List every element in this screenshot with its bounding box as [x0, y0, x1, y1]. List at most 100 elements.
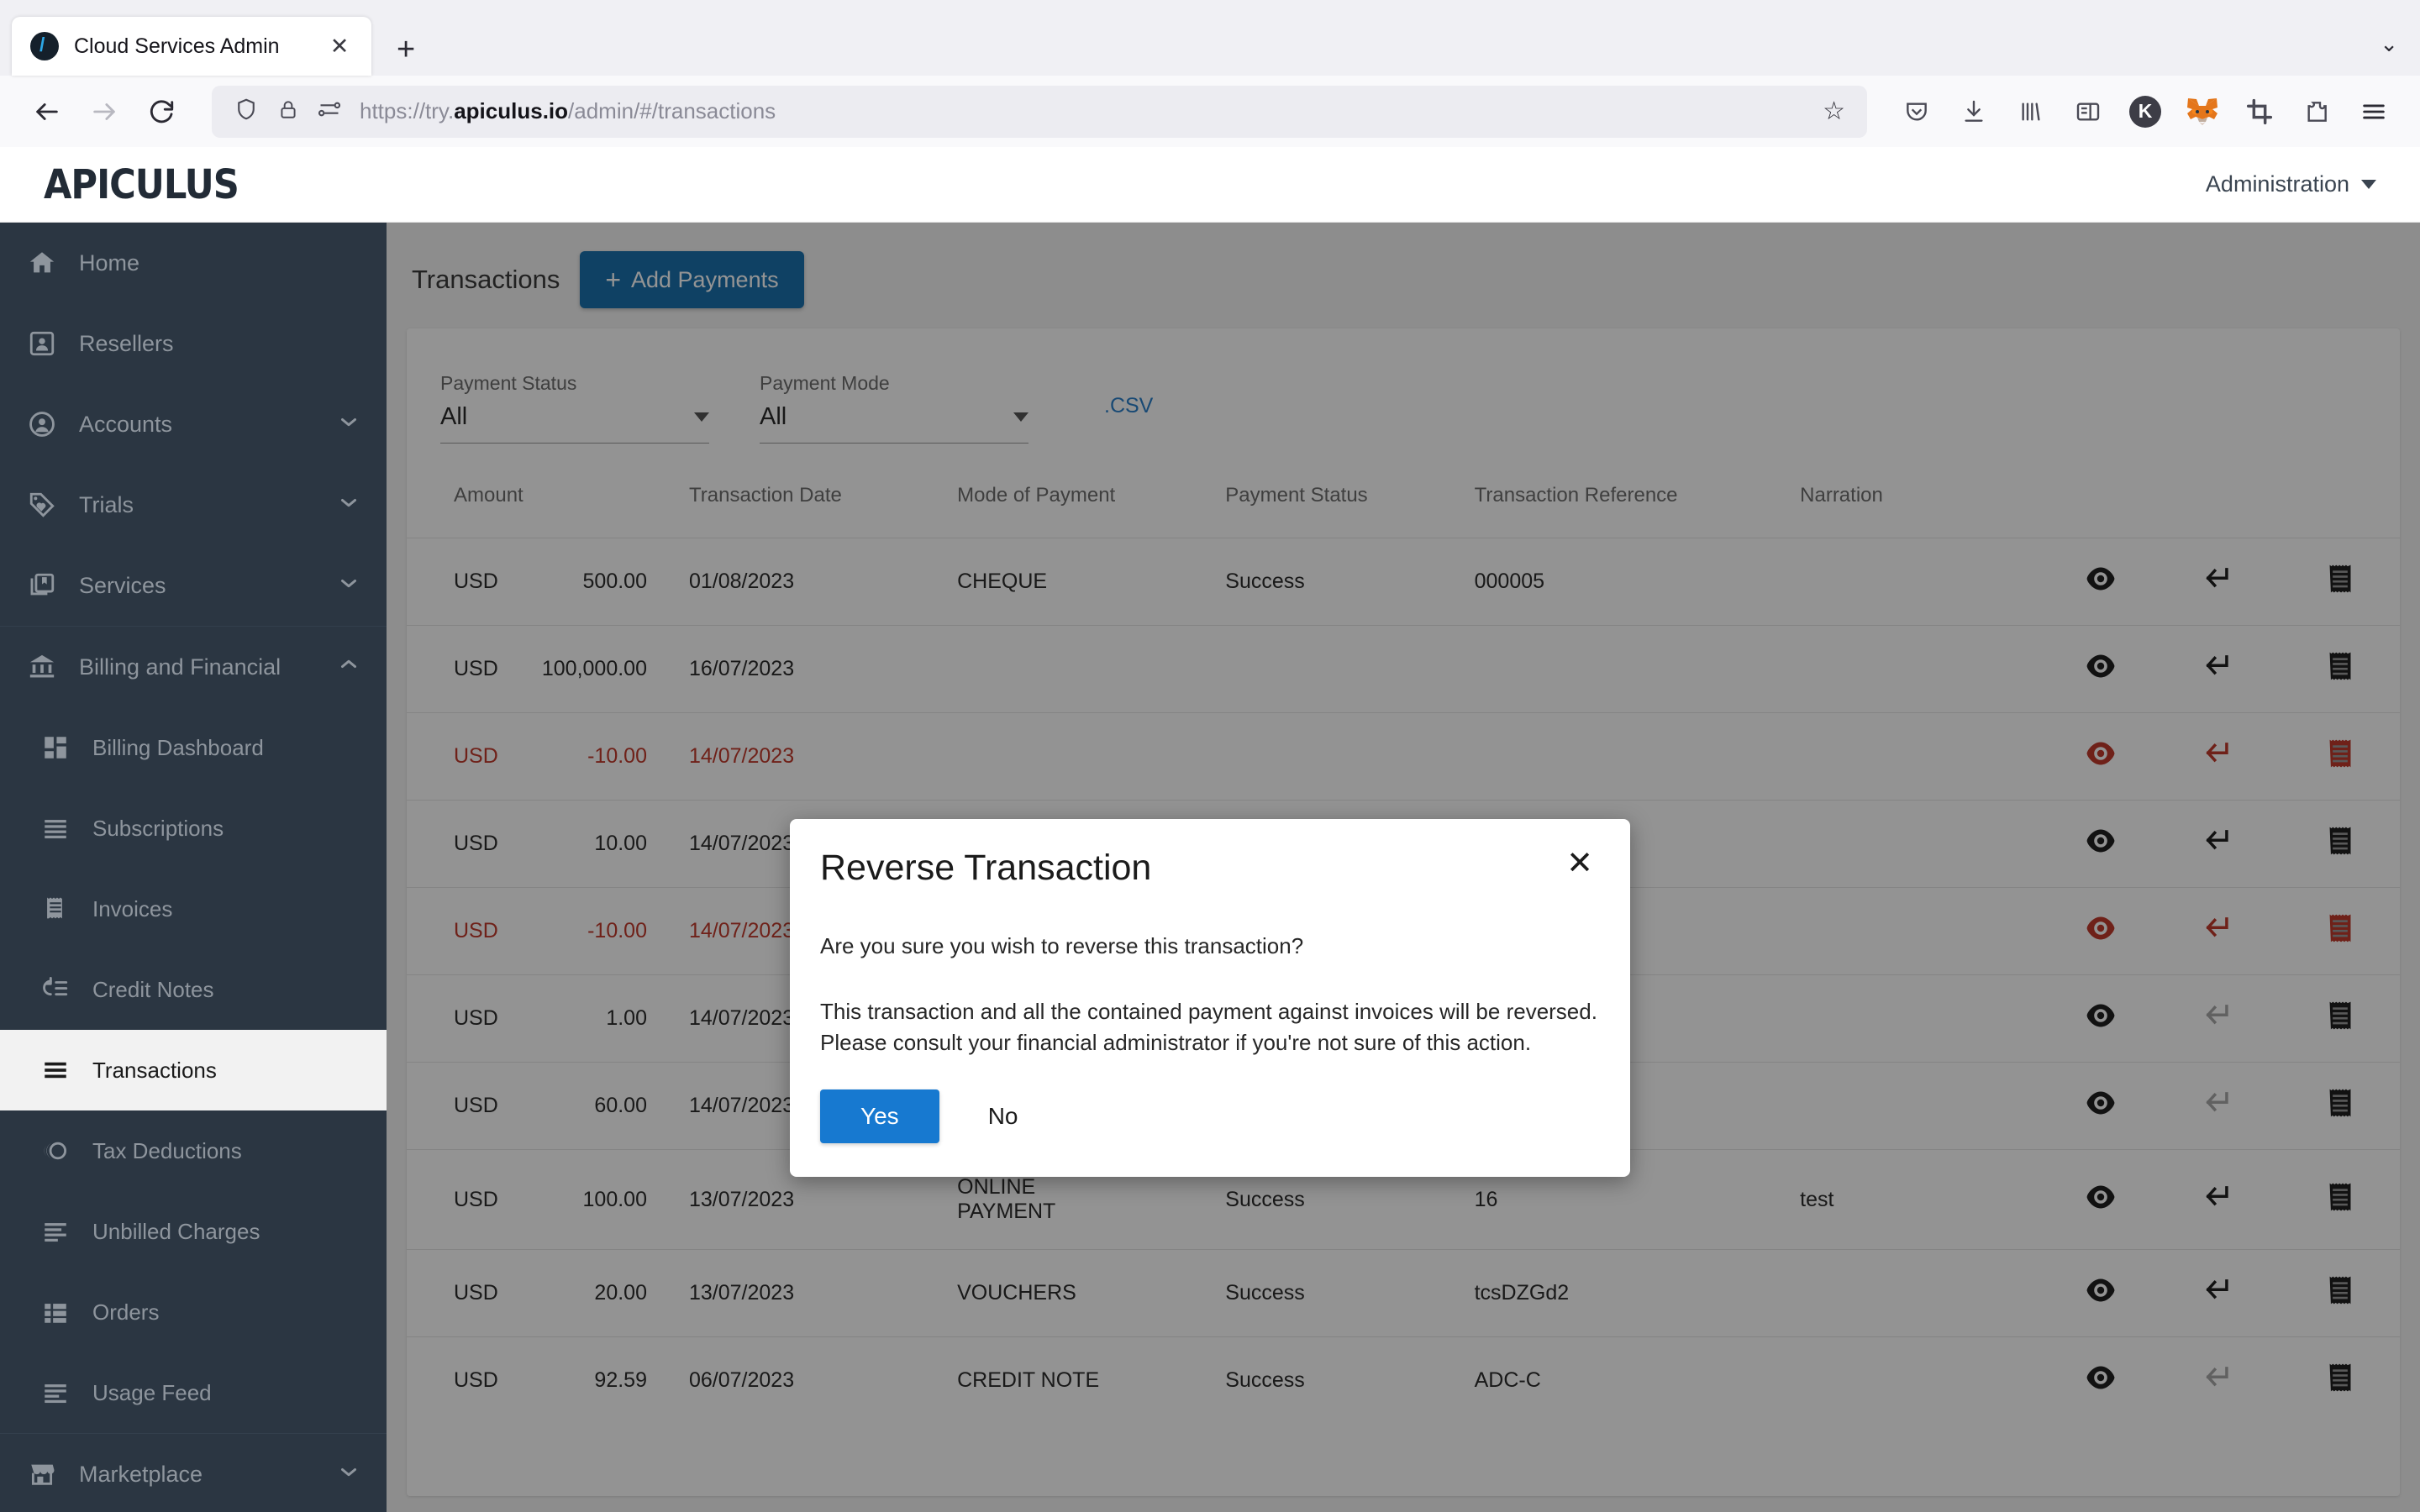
bank-icon [25, 650, 59, 684]
chevron-down-icon [2361, 180, 2376, 189]
sidebar-item-label: Resellers [79, 331, 361, 357]
sidebar-item-credit-notes[interactable]: Credit Notes [0, 949, 387, 1030]
confirm-yes-button[interactable]: Yes [820, 1089, 939, 1143]
sidebar-item-label: Usage Feed [92, 1380, 361, 1406]
k-extension-icon[interactable]: K [2121, 87, 2170, 136]
unbilled-icon [39, 1215, 72, 1248]
dialog-question: Are you sure you wish to reverse this tr… [820, 931, 1600, 963]
sidebar-item-transactions[interactable]: Transactions [0, 1030, 387, 1110]
sidebar-item-label: Invoices [92, 896, 361, 922]
apiculus-logo: APICULUS [44, 161, 239, 208]
apiculus-favicon-icon [30, 32, 59, 60]
chevron-down-icon[interactable] [336, 490, 361, 521]
credit-note-icon [39, 973, 72, 1006]
services-icon [25, 569, 59, 602]
account-menu-label: Administration [2206, 171, 2349, 197]
sidebar-item-label: Unbilled Charges [92, 1219, 361, 1245]
orders-icon [39, 1295, 72, 1329]
marketplace-icon [25, 1457, 59, 1491]
tax-icon [39, 1134, 72, 1168]
sidebar-item-usage-feed[interactable]: Usage Feed [0, 1352, 387, 1433]
tag-icon [25, 488, 59, 522]
download-icon[interactable] [1949, 87, 1998, 136]
tab-title: Cloud Services Admin [74, 34, 311, 59]
accounts-icon [25, 407, 59, 441]
url-path: /admin/#/transactions [568, 98, 776, 123]
account-menu[interactable]: Administration [2206, 171, 2376, 197]
usage-feed-icon [39, 1376, 72, 1410]
transactions-icon [39, 1053, 72, 1087]
url-scheme: https://try. [360, 98, 454, 123]
app-header: APICULUS Administration [0, 147, 2420, 223]
dialog-title: Reverse Transaction [820, 848, 1151, 889]
close-icon[interactable]: ✕ [1560, 848, 1600, 879]
navigation-toolbar: https://try.apiculus.io/admin/#/transact… [0, 76, 2420, 147]
url-domain: apiculus.io [454, 98, 568, 123]
sidebar-item-unbilled-charges[interactable]: Unbilled Charges [0, 1191, 387, 1272]
url-text[interactable]: https://try.apiculus.io/admin/#/transact… [360, 98, 1804, 124]
shield-icon[interactable] [234, 97, 259, 126]
chevron-down-icon[interactable]: ⌄ [2380, 31, 2398, 57]
sidebar-icon[interactable] [2064, 87, 2112, 136]
dialog-note-line2: Please consult your financial administra… [820, 1027, 1600, 1059]
sidebar-item-label: Transactions [92, 1058, 361, 1084]
invoice-icon [39, 892, 72, 926]
dialog-actions: Yes No [820, 1089, 1600, 1143]
sidebar-item-label: Services [79, 573, 316, 599]
screenshot-crop-icon[interactable] [2235, 87, 2284, 136]
chevron-down-icon[interactable] [336, 570, 361, 601]
browser-chrome: Cloud Services Admin ✕ + ⌄ https://tr [0, 0, 2420, 147]
sidebar-item-home[interactable]: Home [0, 223, 387, 303]
close-icon[interactable]: ✕ [326, 35, 353, 58]
metamask-fox-icon[interactable] [2178, 87, 2227, 136]
sidebar-item-label: Billing and Financial [79, 654, 316, 680]
dashboard-icon [39, 731, 72, 764]
sidebar-item-marketplace[interactable]: Marketplace [0, 1434, 387, 1512]
reload-icon[interactable] [136, 87, 187, 137]
sidebar-item-label: Subscriptions [92, 816, 361, 842]
home-icon [25, 246, 59, 280]
k-badge-label: K [2129, 96, 2161, 128]
extensions-puzzle-icon[interactable] [2292, 87, 2341, 136]
sidebar-item-tax-deductions[interactable]: Tax Deductions [0, 1110, 387, 1191]
sidebar-item-invoices[interactable]: Invoices [0, 869, 387, 949]
chevron-down-icon[interactable] [336, 1459, 361, 1490]
sidebar-item-billing-dashboard[interactable]: Billing Dashboard [0, 707, 387, 788]
sidebar-item-label: Marketplace [79, 1462, 316, 1488]
pocket-icon[interactable] [1892, 87, 1941, 136]
application-window: APICULUS Administration Home Resellers Acc… [0, 147, 2420, 1512]
sidebar-item-subscriptions[interactable]: Subscriptions [0, 788, 387, 869]
browser-toolbar-icons: K [1892, 87, 2398, 136]
sidebar-item-label: Accounts [79, 412, 316, 438]
new-tab-button[interactable]: + [397, 34, 415, 66]
sidebar-item-accounts[interactable]: Accounts [0, 384, 387, 465]
sidebar-item-label: Home [79, 250, 361, 276]
back-arrow-icon[interactable] [22, 87, 72, 137]
sidebar-item-trials[interactable]: Trials [0, 465, 387, 545]
lock-icon[interactable] [277, 97, 299, 126]
forward-arrow-icon[interactable] [79, 87, 129, 137]
list-icon [39, 811, 72, 845]
library-icon[interactable] [2007, 87, 2055, 136]
dialog-header: Reverse Transaction ✕ [820, 848, 1600, 889]
chevron-down-icon[interactable] [336, 409, 361, 440]
tab-strip: Cloud Services Admin ✕ + ⌄ [0, 0, 2420, 76]
sidebar: Home Resellers Accounts Trials Services Billi… [0, 223, 387, 1512]
dialog-note-line1: This transaction and all the contained p… [820, 996, 1600, 1028]
sidebar-item-label: Trials [79, 492, 316, 518]
sidebar-item-label: Billing Dashboard [92, 735, 361, 761]
permissions-icon[interactable] [318, 97, 341, 125]
resellers-icon [25, 327, 59, 360]
sidebar-item-label: Orders [92, 1299, 361, 1326]
sidebar-item-resellers[interactable]: Resellers [0, 303, 387, 384]
sidebar-item-services[interactable]: Services [0, 545, 387, 626]
sidebar-item-orders[interactable]: Orders [0, 1272, 387, 1352]
cancel-no-button[interactable]: No [955, 1089, 1052, 1143]
sidebar-item-billing-and-financial[interactable]: Billing and Financial [0, 627, 387, 707]
sidebar-item-label: Tax Deductions [92, 1138, 361, 1164]
address-bar[interactable]: https://try.apiculus.io/admin/#/transact… [212, 86, 1867, 138]
bookmark-star-icon[interactable]: ☆ [1823, 97, 1845, 126]
chevron-up-icon[interactable] [336, 652, 361, 683]
app-menu-icon[interactable] [2349, 87, 2398, 136]
browser-tab[interactable]: Cloud Services Admin ✕ [12, 17, 371, 76]
